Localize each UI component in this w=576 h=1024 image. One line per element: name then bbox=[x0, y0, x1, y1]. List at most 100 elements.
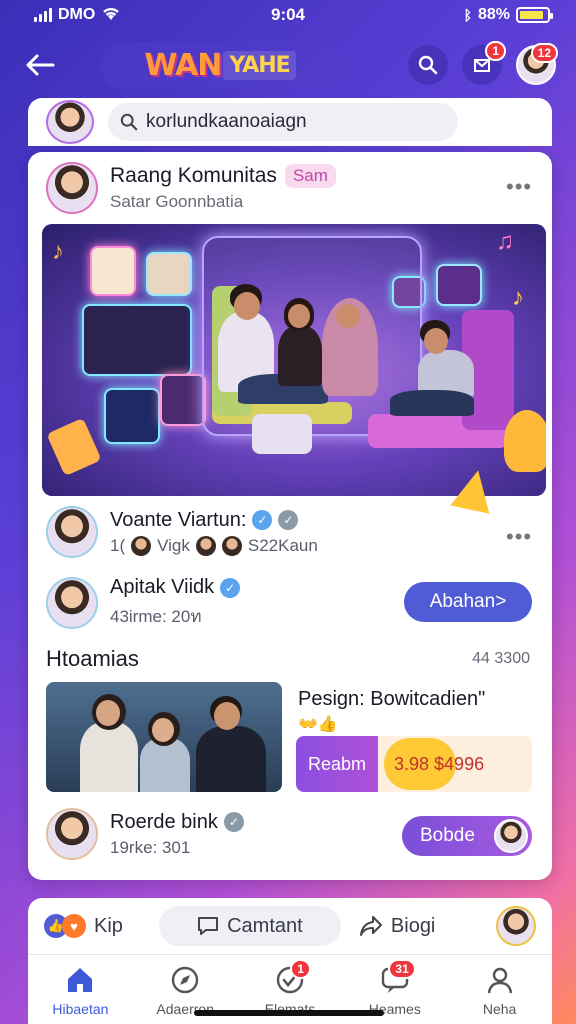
member-name: Voante Viartun: bbox=[110, 508, 247, 531]
profile-badge: 12 bbox=[530, 43, 558, 63]
profile-avatar[interactable]: 12 bbox=[516, 43, 558, 85]
music-note-icon: ♪ bbox=[512, 284, 524, 311]
section-count: 44 3300 bbox=[472, 650, 530, 667]
person-figure bbox=[196, 726, 266, 792]
member-meta-b: S22Kaun bbox=[247, 535, 318, 555]
chat-icon: 31 bbox=[378, 959, 416, 997]
home-indicator[interactable] bbox=[194, 1010, 384, 1016]
logo-text-secondary: YAHE bbox=[223, 50, 296, 80]
promo-offer[interactable]: Reabm 3.98 $4996 bbox=[296, 736, 532, 792]
share-label: Biogi bbox=[390, 914, 436, 937]
music-note-icon: ♫ bbox=[496, 228, 514, 255]
app-logo: WAN YAHE bbox=[100, 42, 340, 88]
post-header: Raang Komunitas Sam Satar Goonnbatia bbox=[46, 162, 336, 214]
post-hero-image[interactable]: ♪ ♫ ♪ ♫ bbox=[42, 224, 546, 496]
post-title: Raang Komunitas bbox=[110, 164, 277, 187]
search-button[interactable] bbox=[408, 45, 448, 85]
signal-icon bbox=[34, 8, 52, 22]
reactor-avatar[interactable] bbox=[496, 906, 536, 946]
user-avatar[interactable] bbox=[46, 100, 94, 144]
nav-item-profile[interactable]: Neha bbox=[455, 963, 545, 1017]
section-title: Htoamias bbox=[46, 646, 139, 671]
photo-tile bbox=[436, 264, 482, 306]
row-more-icon[interactable]: ••• bbox=[506, 524, 532, 550]
member-meta-a: Vigk bbox=[157, 535, 190, 555]
member-meta: 19rke: 301 bbox=[110, 837, 191, 857]
action-bar: 👍 ♥ Kip Camtant Biogi bbox=[28, 898, 552, 954]
search-input[interactable]: korlundkaanoaiagn bbox=[108, 103, 458, 141]
member-avatar[interactable] bbox=[46, 577, 98, 629]
person-head bbox=[234, 292, 260, 320]
list-item[interactable]: Roerde bink ✓ 19rke: 301 bbox=[46, 808, 244, 860]
member-name: Apitak Viidk bbox=[110, 576, 215, 598]
comment-label: Camtant bbox=[227, 914, 303, 937]
search-icon bbox=[120, 113, 138, 131]
person-icon bbox=[483, 963, 517, 997]
person-head bbox=[424, 328, 448, 354]
post-subtitle: Satar Goonnbatia bbox=[110, 192, 244, 211]
like-button[interactable]: 👍 ♥ Kip bbox=[44, 914, 123, 938]
carrier-label: DMO bbox=[58, 6, 96, 23]
group-photo[interactable] bbox=[46, 682, 282, 792]
follow-button-label: Bobde bbox=[420, 825, 475, 846]
share-button[interactable]: Biogi bbox=[359, 915, 435, 938]
play-triangle-icon bbox=[450, 466, 498, 514]
member-name: Roerde bink bbox=[110, 810, 218, 833]
member-avatar[interactable] bbox=[46, 506, 98, 558]
follow-avatar bbox=[494, 819, 528, 853]
nav-item-messages[interactable]: 31 Heames bbox=[350, 959, 440, 1017]
notifications-button[interactable]: 1 bbox=[462, 41, 506, 85]
promo-button[interactable]: Reabm bbox=[296, 736, 378, 792]
member-meta-prefix: 1( bbox=[110, 535, 126, 555]
list-item[interactable]: Apitak Viidk ✓ 43irme: 20ท bbox=[46, 576, 241, 630]
search-placeholder: korlundkaanoaiagn bbox=[146, 111, 307, 132]
comment-icon bbox=[198, 917, 219, 935]
nav-item-home[interactable]: Hibaetan bbox=[35, 963, 125, 1017]
follow-button[interactable]: Bobde bbox=[402, 816, 532, 856]
tablet-tile bbox=[104, 388, 160, 444]
mini-avatar bbox=[131, 535, 152, 556]
logo-text-main: WAN bbox=[144, 47, 222, 83]
member-avatar[interactable] bbox=[46, 808, 98, 860]
member-meta: 43irme: 20ท bbox=[110, 607, 202, 626]
back-arrow-icon[interactable] bbox=[20, 45, 60, 85]
search-bar-card: korlundkaanoaiagn bbox=[28, 98, 552, 146]
status-bar: DMO 9:04 ᛒ 88% bbox=[0, 0, 576, 30]
nav-label-home: Hibaetan bbox=[52, 1001, 109, 1017]
reaction-icon: 👍 ♥ bbox=[44, 914, 86, 938]
nav-item-explore[interactable]: Adaerron bbox=[140, 963, 230, 1017]
join-button-label: Abahan> bbox=[429, 591, 507, 612]
clock: 9:04 bbox=[270, 5, 306, 24]
check-circle-icon: 1 bbox=[273, 959, 311, 997]
nav-badge: 31 bbox=[388, 959, 416, 979]
nav-badge: 1 bbox=[290, 959, 311, 979]
wifi-icon bbox=[101, 5, 121, 26]
post-tag[interactable]: Sam bbox=[284, 164, 336, 188]
bluetooth-icon: ᛒ bbox=[463, 7, 472, 23]
list-item[interactable]: Voante Viartun: ✓ ✓ 1( Vigk S22Kaun bbox=[46, 506, 318, 558]
person-head bbox=[214, 702, 240, 730]
promo-price: 3.98 $4996 bbox=[394, 753, 485, 774]
music-note-icon: ♪ bbox=[52, 238, 64, 265]
nav-item-events[interactable]: 1 Elemats bbox=[245, 959, 335, 1017]
home-icon bbox=[63, 963, 97, 997]
comment-button[interactable]: Camtant bbox=[158, 906, 341, 946]
verified-icon: ✓ bbox=[220, 577, 241, 598]
verified-icon: ✓ bbox=[252, 510, 273, 530]
join-button[interactable]: Abahan> bbox=[404, 582, 532, 622]
battery-percent: 88% bbox=[477, 6, 510, 23]
photo-tile bbox=[146, 252, 192, 296]
video-call-panel bbox=[82, 304, 192, 376]
nav-label-profile: Neha bbox=[482, 1001, 517, 1017]
person-head bbox=[152, 718, 174, 742]
mini-avatar bbox=[195, 535, 216, 556]
post-author-avatar[interactable] bbox=[46, 162, 98, 214]
mini-avatar bbox=[221, 535, 242, 556]
promo-title: Pesign: Bowitcadien" bbox=[298, 688, 486, 710]
person-figure bbox=[140, 738, 190, 792]
person-head bbox=[336, 304, 360, 328]
sticker-shape bbox=[46, 417, 102, 477]
explore-icon bbox=[168, 963, 202, 997]
post-more-icon[interactable]: ••• bbox=[506, 174, 532, 200]
app-header: WAN YAHE 1 12 bbox=[0, 34, 576, 96]
